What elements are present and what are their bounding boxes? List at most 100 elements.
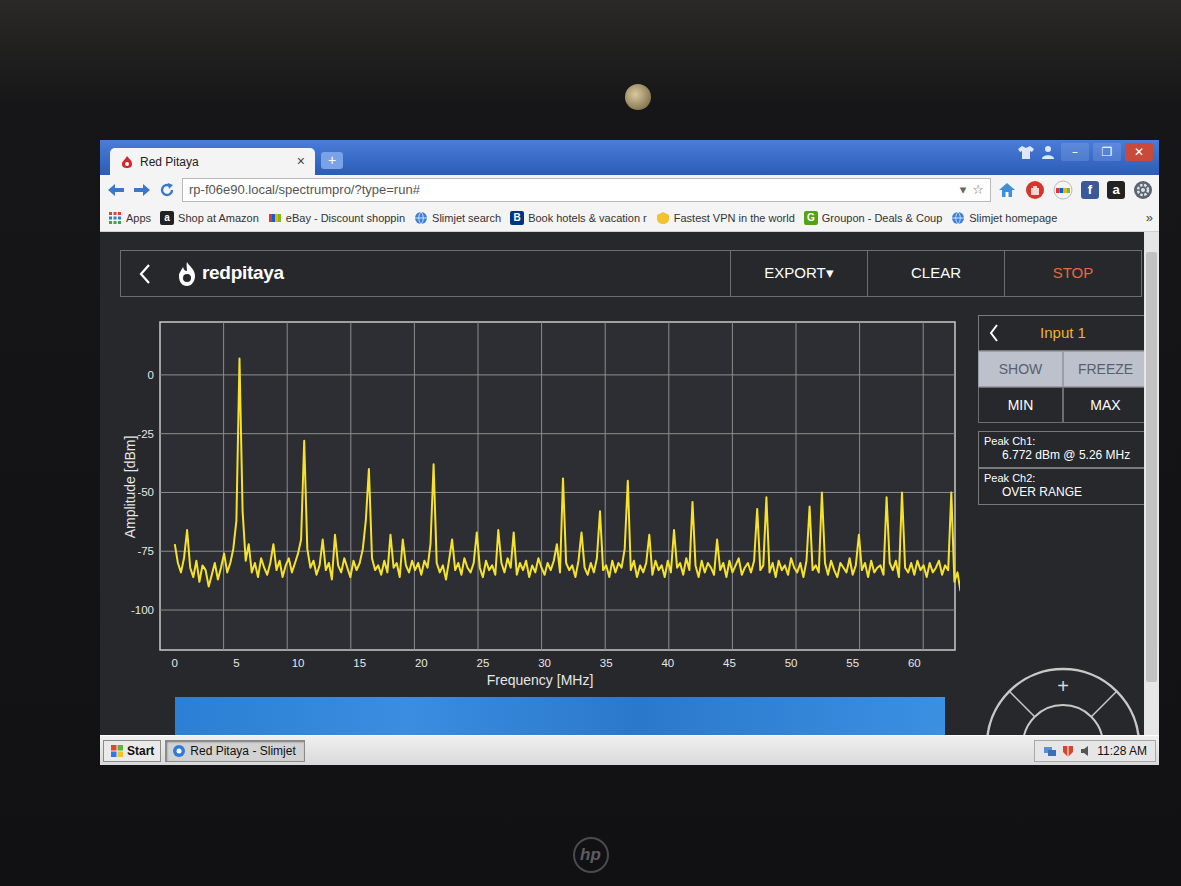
input-header[interactable]: Input 1 — [978, 315, 1148, 351]
input-toggle-button[interactable]: SHOW — [978, 351, 1063, 387]
grid-line — [541, 322, 542, 650]
reload-icon[interactable] — [158, 181, 176, 199]
x-tick-label: 60 — [908, 657, 921, 669]
extension-button[interactable]: a — [1107, 181, 1125, 199]
peak-value: 6.772 dBm @ 5.26 MHz — [984, 448, 1142, 463]
gear-icon[interactable] — [1133, 180, 1153, 200]
top-bezel — [0, 0, 1181, 140]
extensions: fa — [997, 180, 1153, 200]
bookmark-star-button[interactable]: ☆ — [972, 180, 984, 200]
address-row: rp-f06e90.local/spectrumpro/?type=run# ▾… — [100, 175, 1159, 205]
x-tick-label: 35 — [600, 657, 613, 669]
bookmark-label[interactable]: Book hotels & vacation r — [528, 210, 647, 227]
bookmark-item[interactable]: BBook hotels & vacation r — [510, 210, 647, 227]
bottom-bezel: hp — [0, 765, 1181, 886]
scrollbar-thumb[interactable] — [1146, 252, 1157, 682]
bookmark-item[interactable]: Slimjet homepage — [951, 210, 1057, 227]
screen: Red Pitaya × + –❐✕ rp-f06e90.local/spect… — [100, 140, 1159, 765]
window-control-button[interactable]: ❐ — [1093, 143, 1121, 161]
peak-value: OVER RANGE — [984, 485, 1142, 500]
volume-icon[interactable] — [1079, 744, 1093, 758]
bookmark-item[interactable]: a Shop at Amazon — [160, 210, 259, 227]
globe-icon — [414, 211, 428, 225]
clock[interactable]: 11:28 AM — [1097, 742, 1147, 760]
input-toggle-button[interactable]: FREEZE — [1063, 351, 1148, 387]
start-button[interactable]: Start — [103, 740, 161, 762]
ebay-icon[interactable] — [1053, 180, 1073, 200]
bookmark-item[interactable]: eBay - Discount shoppin — [268, 210, 405, 227]
shirt-icon[interactable] — [1017, 144, 1035, 160]
peak-label: Peak Ch1: — [984, 435, 1142, 448]
user-icon[interactable] — [1039, 144, 1057, 160]
chevron-left-icon[interactable] — [988, 323, 1000, 343]
bookmark-label[interactable]: eBay - Discount shoppin — [286, 210, 405, 227]
grid-line — [923, 322, 924, 650]
task-button[interactable]: Red Pitaya - Slimjet — [165, 740, 305, 762]
x-tick-label: 0 — [172, 657, 178, 669]
favicon: a — [160, 211, 174, 225]
logo-text: redpitaya — [202, 259, 284, 288]
url-text[interactable]: rp-f06e90.local/spectrumpro/?type=run# — [189, 180, 954, 200]
scrollbar[interactable] — [1144, 232, 1159, 735]
input-toggle-button[interactable]: MAX — [1063, 387, 1148, 423]
bookmark-item[interactable]: Slimjet search — [414, 210, 501, 227]
bookmarks-bar: Appsa Shop at Amazon eBay - Discount shopp… — [100, 205, 1159, 232]
url-field[interactable]: rp-f06e90.local/spectrumpro/?type=run# ▾… — [182, 178, 991, 202]
tab-title[interactable]: Red Pitaya — [140, 153, 199, 171]
grid-line — [859, 322, 860, 650]
plot-area[interactable] — [160, 322, 955, 650]
bookmark-label[interactable]: Fastest VPN in the world — [674, 210, 795, 227]
bookmark-label[interactable]: Apps — [126, 210, 151, 227]
hand-icon[interactable] — [1025, 180, 1045, 200]
y-tick-label: -100 — [131, 604, 154, 616]
globe-icon — [414, 211, 428, 225]
bookmark-item[interactable]: GGroupon - Deals & Coup — [804, 210, 942, 227]
grid-line — [160, 492, 955, 493]
grid-line — [605, 322, 606, 650]
start-label[interactable]: Start — [127, 742, 154, 760]
x-tick-label: 15 — [353, 657, 366, 669]
window-control-button[interactable]: – — [1061, 143, 1089, 161]
tab-close-button[interactable]: × — [297, 151, 305, 172]
input-toggle-button[interactable]: MIN — [978, 387, 1063, 423]
extension-button[interactable]: f — [1081, 181, 1099, 199]
spectrum-chart[interactable]: 0-25-50-75-100051015202530354045505560Am… — [120, 315, 960, 695]
zoom-in-button[interactable]: + — [1057, 675, 1069, 697]
grid-line — [223, 322, 224, 650]
new-tab-button[interactable]: + — [321, 152, 343, 169]
forward-arrow-icon[interactable] — [132, 181, 152, 199]
bookmark-label[interactable]: Slimjet homepage — [969, 210, 1057, 227]
back-button[interactable] — [121, 251, 169, 296]
bookmark-label[interactable]: Shop at Amazon — [178, 210, 259, 227]
system-tray: 11:28 AM — [1034, 740, 1156, 762]
nav-wheel-icon[interactable]: + — [983, 665, 1143, 735]
bookmark-label[interactable]: Slimjet search — [432, 210, 501, 227]
task-label[interactable]: Red Pitaya - Slimjet — [190, 742, 295, 760]
back-arrow-icon[interactable] — [106, 181, 126, 199]
main-area: 0-25-50-75-100051015202530354045505560Am… — [120, 315, 1144, 735]
bookmark-label[interactable]: Groupon - Deals & Coup — [822, 210, 942, 227]
bookmark-item[interactable]: Fastest VPN in the world — [656, 210, 795, 227]
home-icon[interactable] — [997, 180, 1017, 200]
shield-icon[interactable] — [1061, 744, 1075, 758]
page-content: redpitaya EXPORT▾CLEARSTOP 0-25-50-75-10… — [100, 232, 1144, 735]
network-icon[interactable] — [1043, 744, 1057, 758]
menu-button[interactable]: CLEAR — [867, 251, 1004, 296]
taskbar: Start Red Pitaya - Slimjet 11:28 AM — [100, 735, 1159, 765]
x-axis-title: Frequency [MHz] — [487, 672, 594, 688]
grid-line — [160, 374, 955, 375]
x-tick-label: 30 — [538, 657, 551, 669]
menu-button[interactable]: EXPORT▾ — [730, 251, 867, 296]
window-control-button[interactable]: ✕ — [1125, 143, 1153, 161]
x-tick-label: 20 — [415, 657, 428, 669]
globe-icon — [951, 211, 965, 225]
app-header: redpitaya EXPORT▾CLEARSTOP — [120, 250, 1142, 297]
nav-wheel[interactable]: + — [978, 665, 1148, 735]
bookmark-item[interactable]: Apps — [108, 210, 151, 227]
chevron-left-icon[interactable] — [138, 262, 152, 286]
browser-tab[interactable]: Red Pitaya × — [110, 148, 315, 175]
url-dropdown-button[interactable]: ▾ — [960, 180, 967, 200]
grid-line — [160, 610, 955, 611]
menu-button[interactable]: STOP — [1004, 251, 1141, 296]
more-bookmarks-button[interactable]: » — [1146, 208, 1153, 228]
